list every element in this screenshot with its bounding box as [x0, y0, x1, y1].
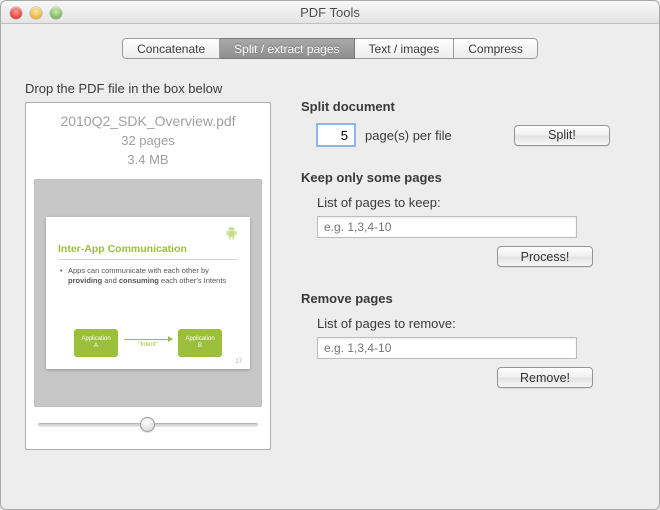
slide-title: Inter-App Communication [58, 243, 238, 255]
drop-instruction: Drop the PDF file in the box below [25, 81, 271, 96]
tab-concatenate[interactable]: Concatenate [122, 38, 220, 59]
minimize-icon[interactable] [30, 7, 42, 19]
section-split: Split document page(s) per file Split! [301, 99, 635, 146]
section-keep: Keep only some pages List of pages to ke… [301, 170, 635, 267]
keep-pages-input[interactable] [317, 216, 577, 238]
arrow-icon [124, 339, 172, 340]
remove-sublabel: List of pages to remove: [317, 316, 635, 331]
app-window: PDF Tools Concatenate Split / extract pa… [0, 0, 660, 510]
titlebar: PDF Tools [1, 1, 659, 24]
pages-per-file-label: page(s) per file [365, 128, 452, 143]
pages-per-file-input[interactable] [317, 124, 355, 146]
file-info: 2010Q2_SDK_Overview.pdf 32 pages 3.4 MB [60, 113, 235, 171]
section-remove: Remove pages List of pages to remove: Re… [301, 291, 635, 388]
slider-knob[interactable] [140, 417, 155, 432]
remove-button[interactable]: Remove! [497, 367, 593, 388]
split-button[interactable]: Split! [514, 125, 610, 146]
pdf-drop-zone[interactable]: 2010Q2_SDK_Overview.pdf 32 pages 3.4 MB [25, 102, 271, 450]
file-size: 3.4 MB [60, 152, 235, 167]
page-slider[interactable] [38, 417, 258, 431]
file-name: 2010Q2_SDK_Overview.pdf [60, 113, 235, 129]
remove-pages-input[interactable] [317, 337, 577, 359]
split-heading: Split document [301, 99, 635, 114]
zoom-icon[interactable] [50, 7, 62, 19]
tab-split-extract[interactable]: Split / extract pages [220, 38, 354, 59]
android-icon [225, 225, 238, 240]
close-icon[interactable] [10, 7, 22, 19]
keep-sublabel: List of pages to keep: [317, 195, 635, 210]
remove-heading: Remove pages [301, 291, 635, 306]
diagram-box-b: Application B [178, 329, 222, 357]
page-thumbnail: Inter-App Communication Apps can communi… [34, 179, 262, 407]
tab-compress[interactable]: Compress [454, 38, 538, 59]
file-page-count: 32 pages [60, 133, 235, 148]
slide-bullet: Apps can communicate with each other by … [58, 266, 238, 286]
diagram-box-a: Application A [74, 329, 118, 357]
tab-bar: Concatenate Split / extract pages Text /… [25, 38, 635, 59]
slide-page-number: 17 [235, 359, 242, 365]
process-button[interactable]: Process! [497, 246, 593, 267]
window-title: PDF Tools [1, 5, 659, 20]
keep-heading: Keep only some pages [301, 170, 635, 185]
tab-text-images[interactable]: Text / images [355, 38, 455, 59]
